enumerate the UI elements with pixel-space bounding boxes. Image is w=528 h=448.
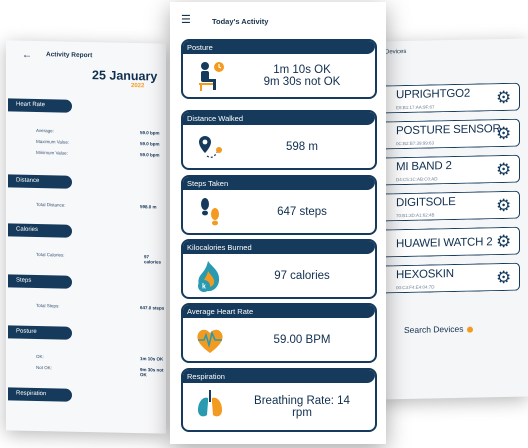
activity-topbar: ☰ Today's Activity [170, 2, 386, 36]
section-distance: Distance [8, 174, 72, 189]
kilocalories-card[interactable]: Kilocalories Burned k 97 calories [181, 239, 377, 299]
report-row: Total Steps: 647.0 steps [36, 302, 165, 311]
activity-title: Today's Activity [212, 17, 269, 26]
device-item[interactable]: UPRIGHTGO2 E8:B1:17:AA:9F:67 ⚙ [380, 82, 520, 114]
svg-text:k: k [202, 284, 206, 291]
section-posture: Posture [8, 325, 72, 340]
device-item[interactable]: HUAWEI WATCH 2 ⚙ [380, 226, 520, 258]
search-devices-button[interactable]: Search Devices [404, 324, 473, 335]
gear-icon[interactable]: ⚙ [496, 88, 511, 107]
gear-icon[interactable]: ⚙ [496, 160, 511, 179]
report-row: Total Calories: 97 calories [36, 251, 162, 265]
footprints-icon [201, 198, 219, 226]
search-status-dot [466, 326, 473, 333]
flame-kcal-icon: k [198, 261, 220, 292]
posture-icon [199, 62, 224, 91]
gear-icon[interactable]: ⚙ [496, 232, 511, 251]
device-item[interactable]: POSTURE SENSOR 0C:B2:B7:39:99:63 ⚙ [380, 118, 520, 150]
card-header: Average Heart Rate [183, 305, 375, 318]
devices-screen: Devices UPRIGHTGO2 E8:B1:17:AA:9F:67 ⚙ P… [380, 38, 528, 400]
respiration-card[interactable]: Respiration Breathing Rate: 14 rpm [181, 368, 377, 432]
menu-icon[interactable]: ☰ [181, 13, 191, 26]
gear-icon[interactable]: ⚙ [496, 124, 511, 143]
report-row: OK: 1m 10s OK [36, 353, 164, 362]
card-value: Breathing Rate: 14 rpm [254, 394, 350, 419]
card-header: Respiration [183, 370, 375, 383]
report-row: Total Distance: 598.0 m [36, 201, 157, 210]
report-topbar: ← Activity Report [6, 40, 166, 71]
card-value: 647 steps [277, 205, 327, 218]
steps-card[interactable]: Steps Taken 647 steps [181, 175, 377, 235]
heart-pulse-icon [197, 329, 223, 353]
report-date: 25 January [92, 68, 158, 84]
card-header: Kilocalories Burned [183, 241, 375, 254]
section-calories: Calories [8, 223, 72, 238]
card-value: 97 calories [274, 269, 330, 282]
device-item[interactable]: DIGITSOLE 70:B1:3D:A1:62:4B ⚙ [380, 190, 520, 222]
todays-activity-screen: ☰ Today's Activity Posture 1m 10s OK 9m … [170, 2, 386, 444]
activity-report-screen: ← Activity Report 25 January 2022 Heart … [6, 40, 166, 434]
report-year: 2022 [131, 82, 145, 90]
section-heart-rate: Heart Rate [8, 98, 72, 113]
report-row: Maximum Value: 59.0 bpm [36, 138, 160, 147]
card-header: Steps Taken [183, 177, 375, 190]
gear-icon[interactable]: ⚙ [496, 196, 511, 215]
report-row: Not OK: 9m 30s not OK [36, 364, 164, 378]
location-path-icon [199, 136, 222, 158]
card-value: 1m 10s OK 9m 30s not OK [263, 63, 341, 88]
devices-title: Devices [385, 48, 407, 56]
back-arrow-icon[interactable]: ← [22, 50, 32, 61]
device-item[interactable]: MI BAND 2 D4:C5:1C:AB:C0:AD ⚙ [380, 154, 520, 186]
distance-card[interactable]: Distance Walked 598 m [181, 110, 377, 170]
report-row: Average: 59.0 bpm [36, 127, 160, 136]
posture-card[interactable]: Posture 1m 10s OK 9m 30s not OK [181, 39, 377, 99]
device-item[interactable]: HEXOSKIN 00:C3:F4:E4:04:7D ⚙ [380, 262, 520, 294]
section-steps: Steps [8, 274, 72, 289]
section-respiration: Respiration [8, 387, 72, 402]
card-header: Distance Walked [183, 112, 375, 125]
gear-icon[interactable]: ⚙ [496, 268, 511, 287]
card-value: 598 m [286, 140, 318, 153]
report-title: Activity Report [46, 51, 93, 60]
card-value: 59.00 BPM [273, 333, 331, 346]
card-header: Posture [183, 41, 375, 54]
heart-rate-card[interactable]: Average Heart Rate 59.00 BPM [181, 303, 377, 363]
lungs-icon [198, 390, 222, 417]
report-row: Minimum Value: 59.0 bpm [36, 149, 160, 158]
